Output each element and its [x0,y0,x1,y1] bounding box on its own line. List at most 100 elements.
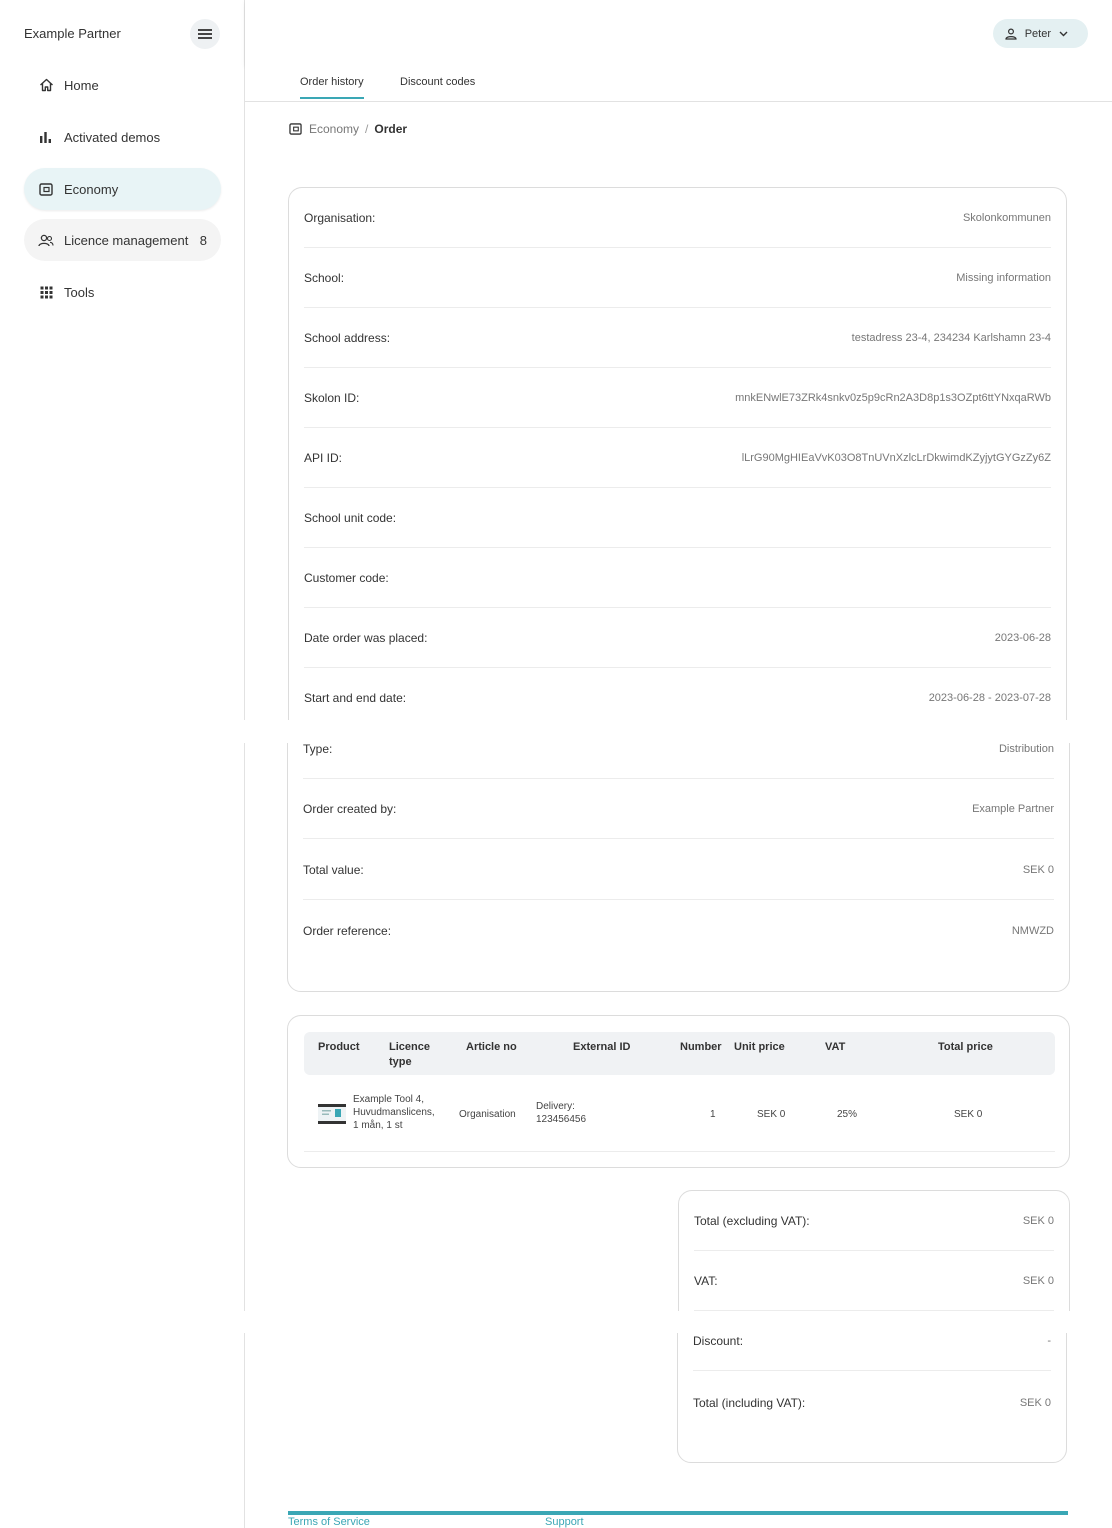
totals-row-vat: VAT: SEK 0 [694,1251,1054,1311]
column-header-number: Number [680,1041,722,1053]
detail-row-school: School: Missing information [304,248,1051,308]
sidebar-item-label: Home [64,77,99,93]
sidebar-item-tools[interactable]: Tools [24,271,221,313]
footer-divider [288,1511,1068,1515]
sidebar-item-licence-management[interactable]: Licence management 8 [24,219,221,261]
detail-value: Skolonkommunen [962,211,1051,224]
totals-value: SEK 0 [1022,1214,1054,1227]
detail-value: 2023-06-28 [994,631,1051,644]
breadcrumb-current: Order [374,122,408,136]
detail-row-school-address: School address: testadress 23-4, 234234 K… [304,308,1051,368]
totals-row-incl-vat: Total (including VAT): SEK 0 [693,1373,1051,1433]
tab-discount-codes[interactable]: Discount codes [400,76,475,88]
totals-value: - [1047,1334,1051,1347]
screen-section-bottom: Discount: - Total (including VAT): SEK 0 [0,1333,1112,1528]
sidebar-item-activated-demos[interactable]: Activated demos [24,116,221,158]
detail-label: Skolon ID: [304,390,360,405]
totals-label: Discount: [693,1333,744,1348]
totals-value: SEK 0 [1022,1274,1054,1287]
products-table-header: Product Licence type Article no External… [304,1032,1055,1075]
grid-icon [38,284,54,300]
detail-row-created-by: Order created by: Example Partner [303,779,1054,839]
detail-label: Start and end date: [304,690,407,705]
column-header-product: Product [318,1041,360,1053]
sidebar [0,743,245,1311]
detail-row-order-reference: Order reference: NMWZD [303,901,1054,961]
detail-row-date-placed: Date order was placed: 2023-06-28 [304,608,1051,668]
breadcrumb-separator: / [365,122,369,136]
section-gap [0,720,1112,743]
sidebar: Example Partner Home Activated demos Eco… [0,0,245,720]
article-no-line2: 123456456 [536,1114,587,1125]
user-name: Peter [1024,27,1051,40]
wallet-icon [38,181,54,197]
detail-row-type: Type: Distribution [303,743,1054,779]
detail-label: School address: [304,330,391,345]
detail-label: School: [304,270,345,285]
column-header-licence-type-2: type [389,1056,412,1068]
detail-row-school-unit-code: School unit code: [304,488,1051,548]
product-thumbnail [318,1104,346,1124]
detail-value: SEK 0 [1022,863,1054,876]
sidebar-item-label: Economy [64,181,119,197]
menu-toggle-button[interactable] [190,19,220,49]
detail-label: Organisation: [304,210,376,225]
breadcrumb: Economy / Order [289,122,407,136]
tab-bar: Order history Discount codes [245,65,1112,102]
unit-price-cell: SEK 0 [757,1109,786,1120]
detail-row-customer-code: Customer code: [304,548,1051,608]
licence-count-badge: 8 [199,232,207,248]
detail-row-organisation: Organisation: Skolonkommunen [304,188,1051,248]
detail-row-skolon-id: Skolon ID: mnkENwlE73ZRk4snkv0z5p9cRn2A3D… [304,368,1051,428]
column-header-article-no: Article no [466,1041,517,1053]
screen-section-top: Example Partner Home Activated demos Eco… [0,0,1112,720]
order-details-card: Organisation: Skolonkommunen School: Missi… [288,187,1067,720]
order-details-card-continued: Type: Distribution Order created by: Examp… [287,743,1070,992]
footer-link-terms[interactable]: Terms of Service [288,1516,370,1528]
column-header-unit-price: Unit price [734,1041,785,1053]
brand-name: Example Partner [24,26,121,41]
bar-chart-icon [38,129,54,145]
chevron-down-icon [1059,31,1068,36]
detail-label: Type: [303,743,333,756]
detail-row-total-value: Total value: SEK 0 [303,840,1054,900]
screen-section-middle: Type: Distribution Order created by: Examp… [0,743,1112,1311]
detail-row-api-id: API ID: lLrG90MgHIEaVvK03O8TnUVnXzlcLrDkw… [304,428,1051,488]
totals-card-continued: Discount: - Total (including VAT): SEK 0 [677,1333,1067,1463]
sidebar [0,1333,245,1528]
footer-link-support[interactable]: Support [545,1516,584,1528]
column-header-external-id: External ID [573,1041,631,1053]
detail-label: Date order was placed: [304,630,428,645]
sidebar-item-home[interactable]: Home [24,64,221,106]
detail-label: School unit code: [304,510,397,525]
licence-type-cell: Organisation [459,1109,516,1120]
user-menu-button[interactable]: Peter [992,19,1088,48]
sidebar-item-label: Activated demos [64,129,161,145]
totals-label: VAT: [694,1273,718,1288]
detail-label: API ID: [304,450,343,465]
detail-label: Customer code: [304,570,389,585]
detail-value: 2023-06-28 - 2023-07-28 [928,691,1051,704]
detail-value: Example Partner [972,802,1054,815]
top-bar: Peter [245,0,1112,65]
hamburger-icon [198,33,212,35]
tab-order-history[interactable]: Order history [300,76,364,99]
sidebar-item-label: Licence management [64,232,189,248]
detail-value: mnkENwlE73ZRk4snkv0z5p9cRn2A3D8p1s3OZpt6… [735,391,1051,404]
detail-label: Total value: [303,862,364,877]
home-icon [38,77,54,93]
totals-row-discount: Discount: - [693,1333,1051,1371]
column-header-total-price: Total price [938,1041,993,1053]
products-table-card: Product Licence type Article no External… [287,1015,1070,1168]
product-name-line1: Example Tool 4, [353,1094,424,1105]
totals-row-excl-vat: Total (excluding VAT): SEK 0 [694,1191,1054,1251]
totals-value: SEK 0 [1019,1397,1051,1409]
users-icon [38,232,54,248]
article-no-line1: Delivery: [536,1101,575,1112]
totals-label: Total (excluding VAT): [694,1213,810,1228]
sidebar-item-economy[interactable]: Economy [24,168,221,210]
breadcrumb-parent[interactable]: Economy [309,122,359,136]
detail-label: Order reference: [303,924,392,938]
totals-card: Total (excluding VAT): SEK 0 VAT: SEK 0 [678,1190,1070,1311]
wallet-icon [289,123,302,135]
